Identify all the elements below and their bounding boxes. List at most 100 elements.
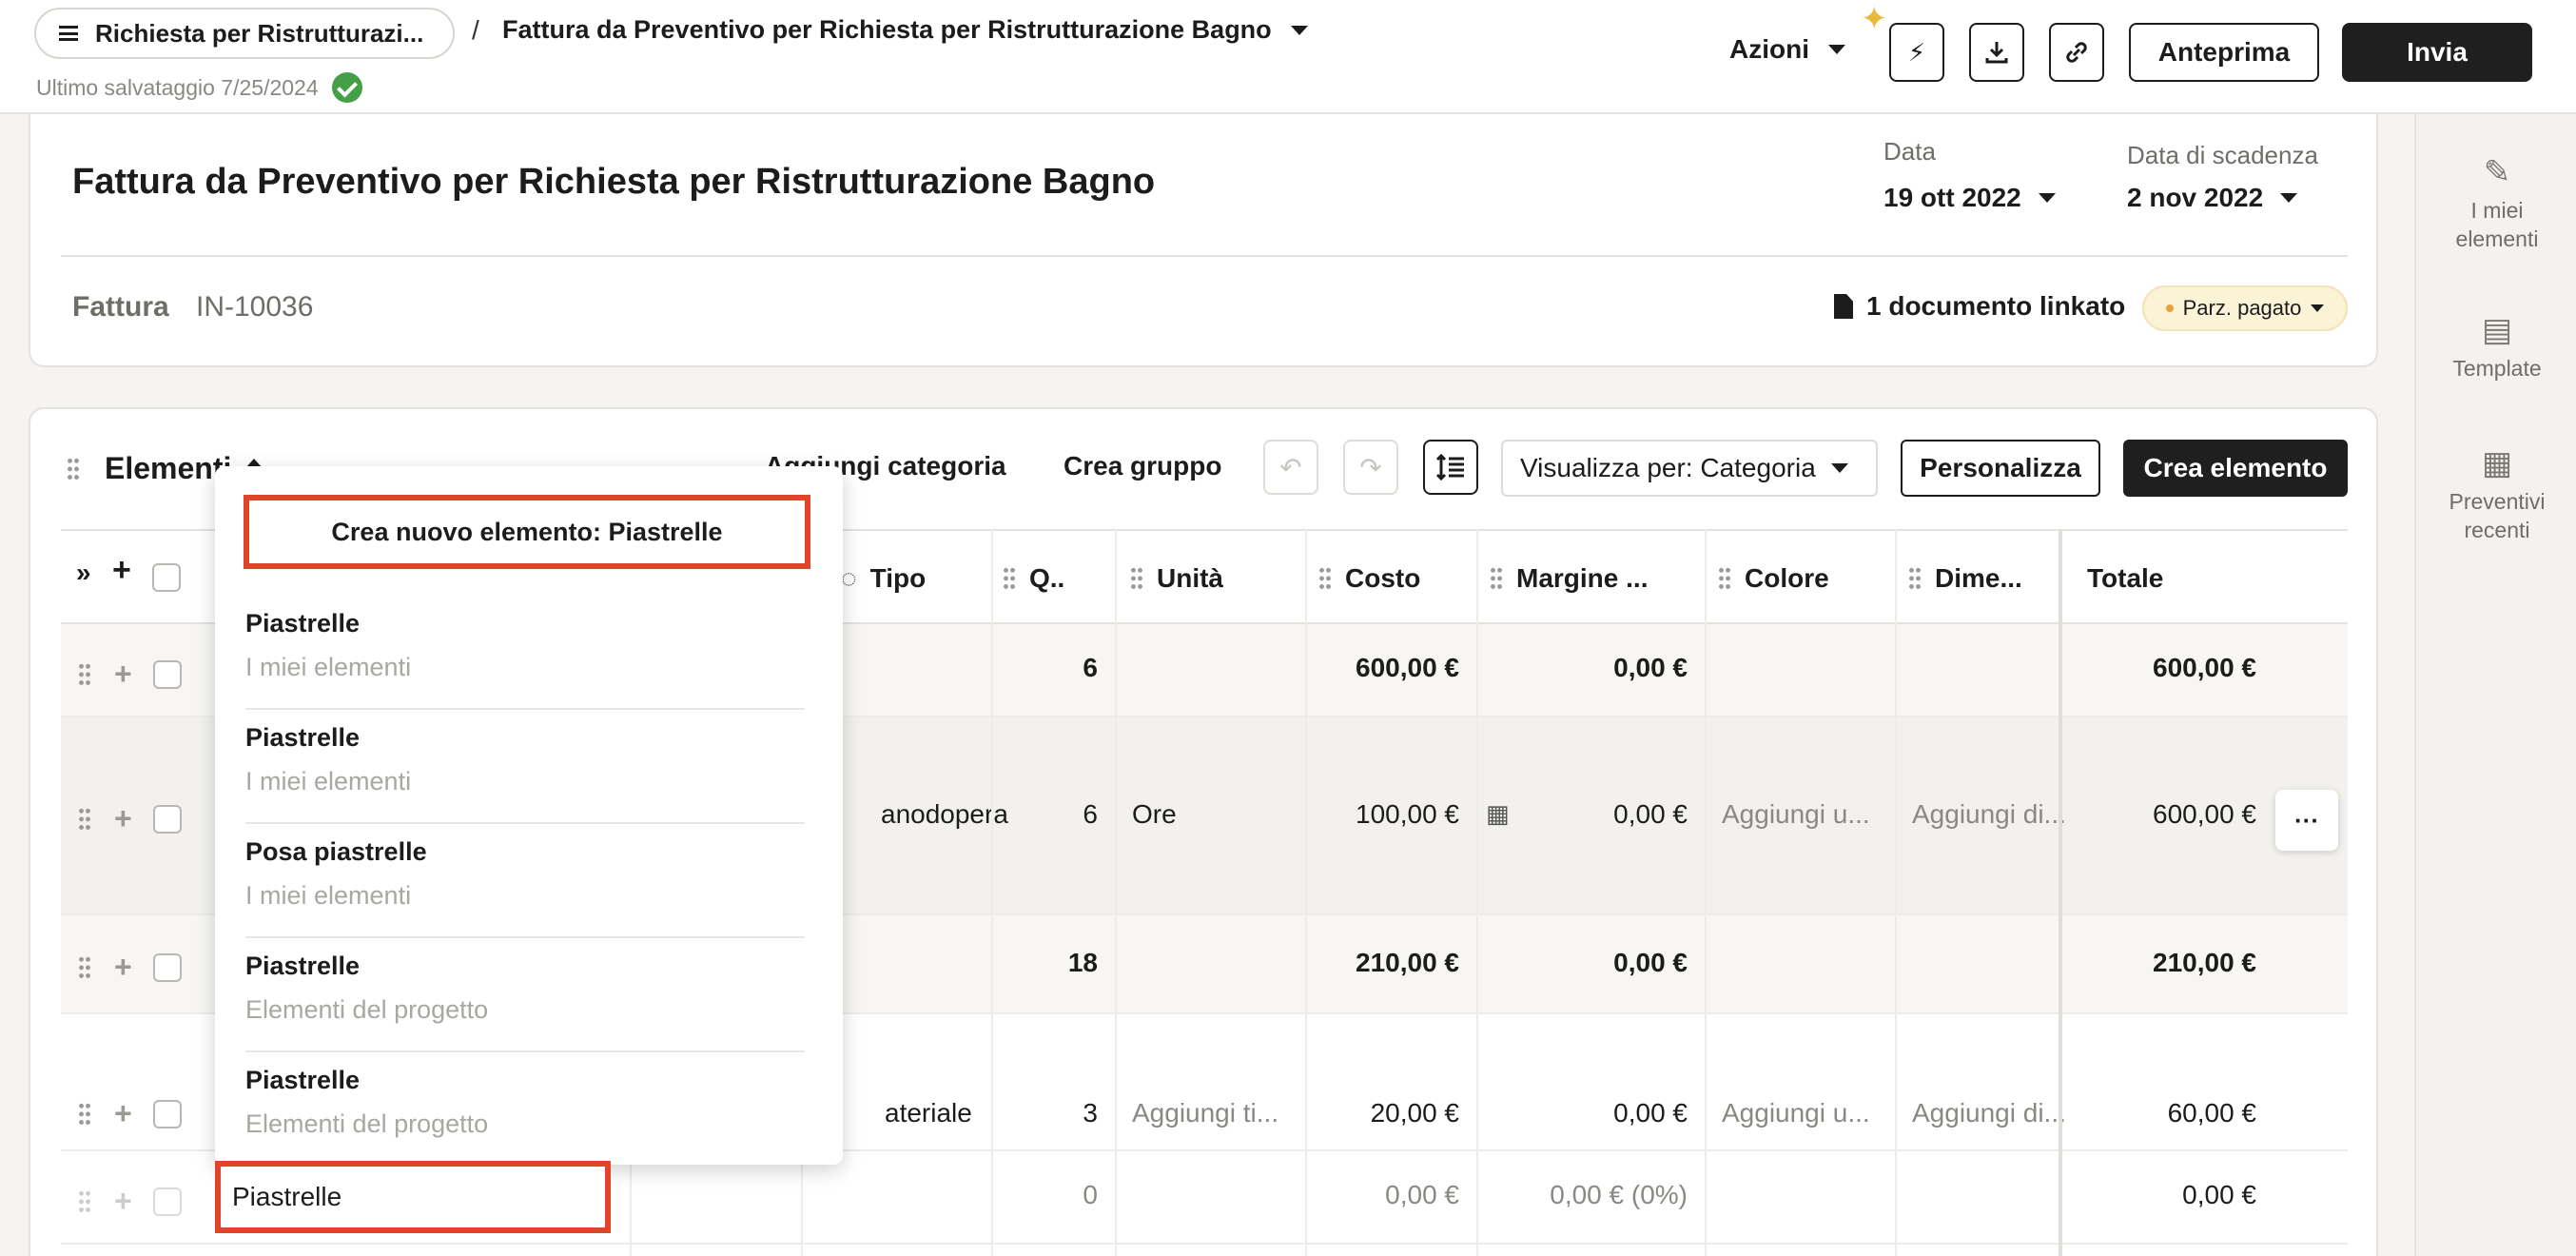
document-title-dropdown[interactable]: Fattura da Preventivo per Richiesta per … <box>502 15 1308 45</box>
document-icon <box>1834 294 1853 319</box>
row-checkbox[interactable] <box>152 1187 182 1216</box>
rail-my-items[interactable]: ✎ I miei elementi <box>2416 156 2576 253</box>
invoice-type-label: Fattura <box>72 291 169 323</box>
invoice-title[interactable]: Fattura da Preventivo per Richiesta per … <box>72 162 1155 203</box>
cell-margin[interactable]: 0,00 € <box>1516 799 1688 830</box>
cell-color[interactable]: Aggiungi u... <box>1722 1098 1870 1128</box>
row-checkbox[interactable] <box>152 804 182 834</box>
chevron-down-icon <box>2038 193 2056 203</box>
column-header-total[interactable]: Totale <box>2087 563 2163 594</box>
dropdown-option[interactable]: Piastrelle Elementi del progetto <box>245 1052 805 1167</box>
cell-quantity[interactable]: 0 <box>1041 1180 1098 1210</box>
undo-button[interactable]: ↶ <box>1263 440 1318 495</box>
dropdown-option[interactable]: Posa piastrelle I miei elementi <box>245 824 805 938</box>
rail-templates[interactable]: ▤ Template <box>2416 312 2576 383</box>
cell-margin[interactable]: 0,00 € <box>1516 1098 1688 1128</box>
create-new-item-option[interactable]: Crea nuovo elemento: Piastrelle <box>244 495 810 569</box>
download-button[interactable] <box>1969 23 2024 82</box>
cell-cost[interactable]: 210,00 € <box>1288 948 1459 978</box>
lightning-icon: ⚡ <box>1907 37 1926 67</box>
linked-documents-button[interactable]: 1 documento linkato <box>1834 291 2125 322</box>
item-name-input[interactable]: Piastrelle <box>215 1161 611 1233</box>
cell-cost[interactable]: 20,00 € <box>1288 1098 1459 1128</box>
cell-unit[interactable]: Ore <box>1132 799 1177 830</box>
row-checkbox[interactable] <box>152 952 182 982</box>
automation-button[interactable]: ⚡ <box>1889 23 1944 82</box>
collapse-all-icon[interactable]: » <box>76 558 91 588</box>
drag-handle-icon[interactable] <box>78 661 91 687</box>
cell-color[interactable]: Aggiungi u... <box>1722 799 1870 830</box>
column-header-unit[interactable]: Unità <box>1130 563 1223 594</box>
view-by-select[interactable]: Visualizza per: Categoria <box>1501 440 1878 497</box>
cell-dimensions[interactable]: Aggiungi di... <box>1912 799 2066 830</box>
calculator-icon[interactable]: ▦ <box>1486 799 1510 829</box>
plus-icon[interactable]: + <box>114 950 132 985</box>
option-name: Posa piastrelle <box>245 837 427 866</box>
dropdown-option[interactable]: Piastrelle I miei elementi <box>245 596 805 710</box>
cell-total: 210,00 € <box>2153 948 2256 977</box>
add-row-icon[interactable]: + <box>112 552 131 589</box>
rail-my-items-line2: elementi <box>2455 226 2539 251</box>
customize-button[interactable]: Personalizza <box>1901 440 2100 497</box>
send-button[interactable]: Invia <box>2342 23 2532 82</box>
payment-status-badge[interactable]: Parz. pagato <box>2142 285 2348 331</box>
row-density-button[interactable] <box>1423 440 1478 495</box>
cell-type[interactable]: anodopera <box>881 799 1008 830</box>
project-breadcrumb-button[interactable]: Richiesta per Ristrutturazi... <box>34 8 455 59</box>
drag-handle-icon <box>1718 566 1731 591</box>
column-header-margin[interactable]: Margine ... <box>1490 563 1648 594</box>
cell-quantity[interactable]: 6 <box>1041 799 1098 830</box>
rail-my-items-line1: I miei <box>2470 198 2524 223</box>
cell-cost[interactable]: 600,00 € <box>1288 653 1459 683</box>
cell-margin[interactable]: 0,00 € <box>1516 948 1688 978</box>
plus-icon[interactable]: + <box>114 1096 132 1131</box>
drag-handle-icon[interactable] <box>67 457 80 481</box>
cell-type[interactable]: ateriale <box>885 1098 972 1128</box>
create-group-button[interactable]: Crea gruppo <box>1064 451 1221 481</box>
cell-cost[interactable]: 0,00 € <box>1288 1180 1459 1210</box>
preview-button[interactable]: Anteprima <box>2129 23 2319 82</box>
column-header-color[interactable]: Colore <box>1718 563 1829 594</box>
date-picker[interactable]: 19 ott 2022 <box>1883 183 2056 213</box>
header-divider <box>61 255 2348 257</box>
drag-handle-icon[interactable] <box>78 954 91 980</box>
check-circle-icon <box>331 72 362 103</box>
dropdown-option[interactable]: Piastrelle Elementi del progetto <box>245 938 805 1052</box>
payment-status-label: Parz. pagato <box>2182 296 2302 320</box>
cell-quantity[interactable]: 18 <box>1041 948 1098 978</box>
document-title-label: Fattura da Preventivo per Richiesta per … <box>502 15 1272 44</box>
row-checkbox[interactable] <box>152 659 182 689</box>
select-all-checkbox[interactable] <box>152 563 181 592</box>
drag-handle-icon[interactable] <box>78 1188 91 1214</box>
column-header-quantity[interactable]: Q.. <box>1003 563 1064 594</box>
column-header-dimensions[interactable]: Dime... <box>1908 563 2022 594</box>
redo-button[interactable]: ↷ <box>1343 440 1398 495</box>
row-checkbox[interactable] <box>152 1099 182 1128</box>
clipboard-icon: ▤ <box>2481 312 2513 348</box>
due-date-picker[interactable]: 2 nov 2022 <box>2127 183 2298 213</box>
column-header-tipo[interactable]: ◌ Tipo <box>841 563 926 594</box>
project-breadcrumb-label: Richiesta per Ristrutturazi... <box>95 18 424 48</box>
create-item-button[interactable]: Crea elemento <box>2123 440 2348 497</box>
cell-quantity[interactable]: 3 <box>1041 1098 1098 1128</box>
drag-handle-icon[interactable] <box>78 1101 91 1127</box>
cell-dimensions[interactable]: Aggiungi di... <box>1912 1098 2066 1128</box>
cell-margin[interactable]: 0,00 € (0%) <box>1516 1180 1688 1210</box>
plus-icon[interactable]: + <box>114 1184 132 1219</box>
drag-handle-icon[interactable] <box>78 806 91 832</box>
plus-icon[interactable]: + <box>114 657 132 692</box>
row-more-button[interactable]: ··· <box>2275 790 2338 851</box>
column-header-cost[interactable]: Costo <box>1318 563 1420 594</box>
plus-icon[interactable]: + <box>114 801 132 836</box>
dropdown-option[interactable]: Piastrelle I miei elementi <box>245 710 805 824</box>
share-link-button[interactable] <box>2049 23 2104 82</box>
cell-unit[interactable]: Aggiungi ti... <box>1132 1098 1278 1128</box>
column-divider <box>1476 529 1478 1256</box>
invoice-number[interactable]: IN-10036 <box>196 291 313 324</box>
actions-menu-button[interactable]: Azioni <box>1729 34 1845 65</box>
cell-cost[interactable]: 100,00 € <box>1288 799 1459 830</box>
cell-margin[interactable]: 0,00 € <box>1516 653 1688 683</box>
due-date-value: 2 nov 2022 <box>2127 183 2264 212</box>
rail-recent-quotes[interactable]: ▦ Preventivi recenti <box>2416 447 2576 544</box>
cell-quantity[interactable]: 6 <box>1041 653 1098 683</box>
